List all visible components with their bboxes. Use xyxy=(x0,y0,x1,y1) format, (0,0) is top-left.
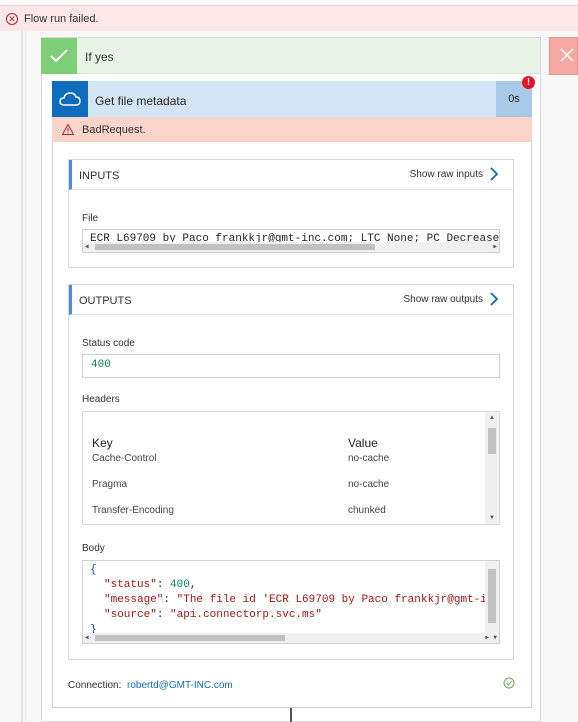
code-line-message: "message": "The file id 'ECR L69709 by P… xyxy=(104,594,500,606)
code-value: "The file id 'ECR L69709 by Paco frankkj… xyxy=(176,594,500,606)
vertical-scrollbar[interactable] xyxy=(485,561,499,633)
error-message-bar: BadRequest. xyxy=(52,117,532,142)
status-code-field[interactable]: 400 xyxy=(82,354,500,378)
code-value: 400 xyxy=(170,579,190,591)
horizontal-scrollbar[interactable]: ◀ ▶ xyxy=(83,242,499,252)
chevron-right-icon[interactable] xyxy=(489,167,499,181)
flow-run-failed-banner: ✕ Flow run failed. xyxy=(0,5,578,31)
horizontal-scrollbar[interactable]: ◀ ▶ ▼ xyxy=(83,633,499,643)
action-title: Get file metadata xyxy=(95,94,187,108)
check-icon xyxy=(41,38,77,74)
banner-text: Flow run failed. xyxy=(24,12,99,25)
code-key: "status" xyxy=(104,579,157,591)
scroll-down-icon[interactable]: ▼ xyxy=(489,513,495,523)
scroll-left-icon[interactable]: ◀ xyxy=(85,242,89,252)
scroll-right-icon[interactable]: ▶ xyxy=(493,242,497,252)
scroll-left-icon[interactable]: ◀ xyxy=(85,633,89,643)
header-key-cell: Cache-Control xyxy=(92,453,157,464)
flow-connector-rail xyxy=(21,31,23,722)
vertical-scrollbar[interactable]: ▲ ▼ xyxy=(485,412,499,524)
error-circle-icon: ✕ xyxy=(6,12,18,25)
inputs-section: INPUTS Show raw inputs File ECR L69709 b… xyxy=(68,159,514,268)
scrollbar-thumb[interactable] xyxy=(488,428,496,454)
scroll-down-icon[interactable]: ▼ xyxy=(493,633,497,643)
chevron-right-icon[interactable] xyxy=(489,292,499,306)
show-raw-outputs-link[interactable]: Show raw outputs xyxy=(404,294,484,305)
headers-column-value: Value xyxy=(348,436,378,450)
error-text: BadRequest. xyxy=(82,123,146,136)
headers-table: Key Value Cache-Control no-cache Pragma … xyxy=(82,411,500,525)
outputs-title: OUTPUTS xyxy=(79,295,132,307)
header-value-cell: no-cache xyxy=(348,479,390,490)
connection-label: Connection: xyxy=(68,680,122,691)
header-key-cell: Pragma xyxy=(92,479,128,490)
code-key: "source" xyxy=(104,609,157,621)
error-badge-icon: ! xyxy=(522,76,535,89)
code-value: "api.connectorp.svc.ms" xyxy=(170,609,322,621)
scrollbar-thumb[interactable] xyxy=(95,244,375,250)
flow-connector-rail-inner xyxy=(25,31,26,722)
if-yes-label: If yes xyxy=(85,50,114,64)
scroll-right-icon[interactable]: ▶ xyxy=(485,633,489,643)
code-line-status: "status": 400, xyxy=(104,579,197,591)
connection-account[interactable]: robertd@GMT-INC.com xyxy=(127,680,233,691)
outputs-section: OUTPUTS Show raw outputs Status code 400… xyxy=(68,284,514,660)
show-raw-inputs-link[interactable]: Show raw inputs xyxy=(410,169,483,180)
onedrive-cloud-icon xyxy=(52,81,88,117)
code-line-source: "source": "api.connectorp.svc.ms" xyxy=(104,609,322,621)
scroll-up-icon[interactable]: ▲ xyxy=(489,413,495,423)
close-icon xyxy=(560,48,574,62)
header-value-cell: chunked xyxy=(348,505,386,516)
flow-connector-line xyxy=(290,708,292,722)
file-label: File xyxy=(82,213,99,224)
status-code-label: Status code xyxy=(82,338,135,349)
scrollbar-thumb[interactable] xyxy=(488,569,496,623)
inputs-title: INPUTS xyxy=(79,170,120,182)
code-key: "message" xyxy=(104,594,164,606)
code-open-brace: { xyxy=(90,564,97,576)
header-value-cell: no-cache xyxy=(348,453,390,464)
file-field[interactable]: ECR L69709 by Paco frankkjr@gmt-inc.com;… xyxy=(82,229,500,253)
headers-column-key: Key xyxy=(92,436,113,450)
if-yes-header[interactable] xyxy=(41,38,540,74)
body-code-view[interactable]: { "status": 400, "message": "The file id… xyxy=(82,560,500,644)
scrollbar-thumb[interactable] xyxy=(95,635,285,641)
check-circle-icon xyxy=(503,677,515,689)
status-code-value: 400 xyxy=(91,359,111,371)
header-key-cell: Transfer-Encoding xyxy=(92,505,174,516)
warning-icon xyxy=(62,124,74,135)
headers-label: Headers xyxy=(82,394,120,405)
body-label: Body xyxy=(82,543,105,554)
